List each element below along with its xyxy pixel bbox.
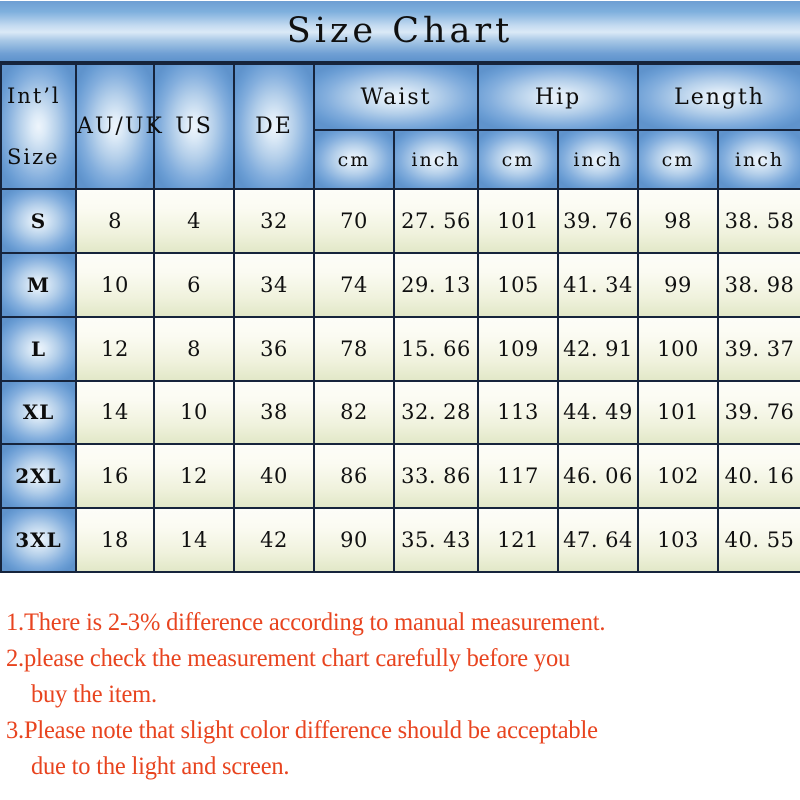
cell-length-cm: 103 [637,507,720,573]
cell-waist-cm: 74 [313,251,395,318]
note-line-4: 3.Please note that slight color differen… [6,715,598,744]
header-length-cm: cm [637,129,720,191]
cell-hip-cm: 109 [477,315,560,382]
cell-de: 42 [233,507,315,573]
cell-hip-cm: 121 [477,507,560,573]
header-length-inch: inch [717,129,800,191]
cell-de: 32 [233,188,315,254]
cell-us: 12 [153,443,235,510]
cell-hip-inch: 42. 91 [557,315,640,382]
cell-length-cm: 100 [637,315,720,382]
header-group-waist: Waist [312,62,480,132]
cell-hip-inch: 39. 76 [557,188,640,254]
table-row: M 10 6 34 74 29. 13 105 41. 34 99 38. 98 [0,251,800,318]
header-de: DE [233,62,315,191]
cell-hip-inch: 47. 64 [557,507,640,573]
cell-length-inch: 40. 55 [717,507,800,573]
cell-us: 4 [153,188,235,254]
cell-hip-cm: 105 [477,251,560,318]
cell-au-uk: 18 [75,507,155,573]
cell-au-uk: 10 [75,251,155,318]
header-group-length: Length [637,62,800,132]
cell-length-inch: 38. 58 [717,188,800,254]
table-row: 3XL 18 14 42 90 35. 43 121 47. 64 103 40… [0,507,800,573]
cell-waist-inch: 29. 13 [392,251,480,318]
table-row: 2XL 16 12 40 86 33. 86 117 46. 06 102 40… [0,443,800,510]
row-size-label: L [0,315,77,382]
cell-us: 6 [153,251,235,318]
note-line-5: due to the light and screen. [30,751,290,780]
cell-waist-cm: 70 [313,188,395,254]
cell-length-cm: 102 [637,443,720,510]
row-size-label: 3XL [0,507,77,573]
note-line-2: 2.please check the measurement chart car… [6,643,571,672]
chart-title-bar: Size Chart [0,1,800,63]
header-group-hip: Hip [477,62,640,132]
header-intl-line2: Size [7,145,60,170]
cell-us: 8 [153,315,235,382]
row-size-label: M [0,251,77,318]
header-intl-size: Int’l Size [0,62,77,191]
cell-waist-cm: 82 [313,379,395,446]
cell-hip-inch: 44. 49 [557,379,640,446]
header-intl-line1: Int’l [7,83,61,108]
cell-waist-inch: 33. 86 [392,443,480,510]
cell-hip-inch: 41. 34 [557,251,640,318]
cell-length-inch: 39. 37 [717,315,800,382]
cell-length-inch: 38. 98 [717,251,800,318]
cell-de: 40 [233,443,315,510]
cell-length-inch: 40. 16 [717,443,800,510]
cell-waist-inch: 35. 43 [392,507,480,573]
table-row: S 8 4 32 70 27. 56 101 39. 76 98 38. 58 [0,188,800,254]
cell-au-uk: 16 [75,443,155,510]
note-line-1: 1.There is 2-3% difference according to … [6,607,606,636]
cell-hip-cm: 101 [477,188,560,254]
cell-hip-cm: 113 [477,379,560,446]
cell-length-cm: 98 [637,188,720,254]
cell-de: 34 [233,251,315,318]
header-us: US [153,62,235,191]
cell-length-inch: 39. 76 [717,379,800,446]
cell-length-cm: 101 [637,379,720,446]
cell-us: 10 [153,379,235,446]
table-header-row-groups: Int’l Size AU/UK US DE Waist Hip Length [0,62,800,191]
note-line-3: buy the item. [30,679,157,708]
cell-de: 36 [233,315,315,382]
cell-waist-cm: 90 [313,507,395,573]
cell-de: 38 [233,379,315,446]
cell-us: 14 [153,507,235,573]
cell-waist-inch: 32. 28 [392,379,480,446]
header-hip-inch: inch [557,129,640,191]
cell-hip-cm: 117 [477,443,560,510]
disclaimer-notes: 1.There is 2-3% difference according to … [0,604,800,800]
cell-length-cm: 99 [637,251,720,318]
row-size-label: XL [0,379,77,446]
header-au-uk: AU/UK [75,62,162,191]
row-size-label: 2XL [0,443,77,510]
header-hip-cm: cm [477,129,560,191]
cell-waist-cm: 86 [313,443,395,510]
cell-au-uk: 14 [75,379,155,446]
cell-waist-cm: 78 [313,315,395,382]
size-chart-page: Size Chart Int’l Size AU/UK US DE Waist … [0,0,800,800]
page-title: Size Chart [286,10,514,51]
header-waist-cm: cm [313,129,395,191]
cell-waist-inch: 27. 56 [392,188,480,254]
cell-au-uk: 8 [75,188,155,254]
table-row: L 12 8 36 78 15. 66 109 42. 91 100 39. 3… [0,315,800,382]
cell-waist-inch: 15. 66 [392,315,480,382]
table-row: XL 14 10 38 82 32. 28 113 44. 49 101 39.… [0,379,800,446]
cell-hip-inch: 46. 06 [557,443,640,510]
header-waist-inch: inch [392,129,480,191]
cell-au-uk: 12 [75,315,155,382]
row-size-label: S [0,188,77,254]
size-chart-table: Int’l Size AU/UK US DE Waist Hip Length … [0,62,800,573]
